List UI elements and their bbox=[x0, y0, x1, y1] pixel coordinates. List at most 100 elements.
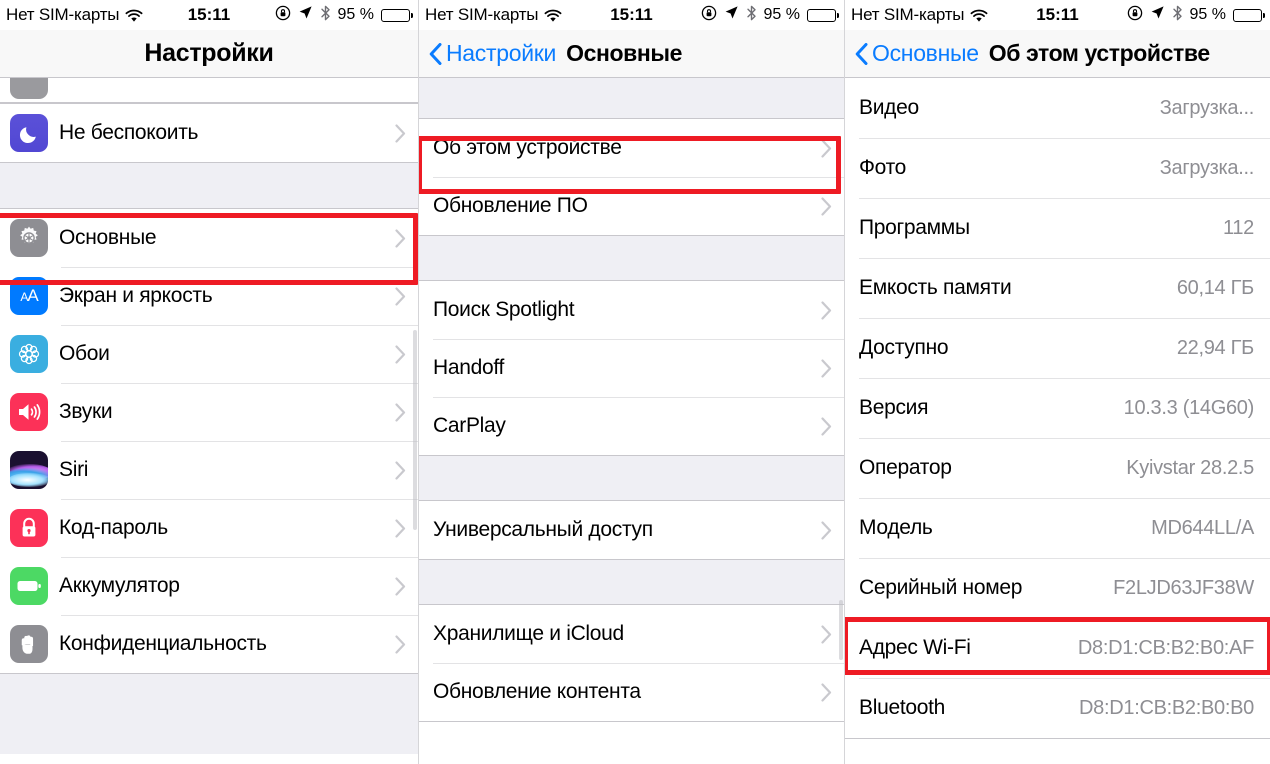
row-label: Оператор bbox=[859, 456, 952, 479]
scroll-indicator[interactable] bbox=[839, 600, 843, 660]
row-label: Фото bbox=[859, 156, 907, 179]
row-value: Kyivstar 28.2.5 bbox=[1126, 456, 1254, 479]
sidebar-item-privacy[interactable]: Конфиденциальность bbox=[0, 615, 418, 673]
back-button-label: Настройки bbox=[446, 40, 557, 66]
status-right-group: 95 % bbox=[701, 5, 839, 26]
table-row-bluetooth-address[interactable]: Bluetooth D8:D1:CB:B2:B0:B0 bbox=[845, 678, 1270, 738]
row-value: D8:D1:CB:B2:B0:AF bbox=[1077, 636, 1254, 659]
back-button-general[interactable]: Основные bbox=[855, 40, 979, 67]
partial-top-row[interactable] bbox=[0, 78, 418, 103]
text-size-icon: AA bbox=[10, 277, 48, 315]
row-label: Серийный номер bbox=[859, 576, 1023, 599]
list-item-accessibility[interactable]: Универсальный доступ bbox=[419, 501, 844, 559]
wifi-icon bbox=[970, 8, 988, 22]
row-label: Экран и яркость bbox=[59, 284, 213, 307]
general-group-4: Хранилище и iCloud Обновление контента bbox=[419, 604, 844, 722]
chevron-right-icon bbox=[821, 300, 832, 320]
top-gap bbox=[419, 78, 844, 118]
sidebar-item-wallpaper[interactable]: Обои bbox=[0, 325, 418, 383]
group-gap bbox=[419, 456, 844, 500]
moon-icon bbox=[10, 114, 48, 152]
back-button-label: Основные bbox=[872, 40, 979, 66]
group-gap bbox=[0, 163, 418, 208]
general-group-1: Об этом устройстве Обновление ПО bbox=[419, 118, 844, 236]
table-row[interactable]: Емкость памяти 60,14 ГБ bbox=[845, 258, 1270, 318]
row-label: Хранилище и iCloud bbox=[433, 622, 624, 645]
table-row[interactable]: Модель MD644LL/A bbox=[845, 498, 1270, 558]
battery-percent-label: 95 % bbox=[763, 6, 800, 23]
speaker-icon bbox=[10, 393, 48, 431]
list-item-handoff[interactable]: Handoff bbox=[419, 339, 844, 397]
sidebar-item-general[interactable]: Основные bbox=[0, 209, 418, 267]
table-row[interactable]: Серийный номер F2LJD63JF38W bbox=[845, 558, 1270, 618]
row-label: Адрес Wi-Fi bbox=[859, 636, 971, 659]
table-row-wifi-address[interactable]: Адрес Wi-Fi D8:D1:CB:B2:B0:AF bbox=[845, 618, 1270, 678]
back-button-settings[interactable]: Настройки bbox=[429, 40, 556, 67]
row-value: Загрузка... bbox=[1159, 96, 1255, 119]
status-bar-panel2: Нет SIM-карты 15:11 95 % bbox=[419, 0, 844, 30]
status-right-group: 95 % bbox=[275, 5, 413, 26]
sidebar-item-battery[interactable]: Аккумулятор bbox=[0, 557, 418, 615]
scroll-indicator[interactable] bbox=[413, 330, 417, 530]
phone-screen-settings: Нет SIM-карты 15:11 95 % Настройки Не бе… bbox=[0, 0, 418, 764]
row-label: Поиск Spotlight bbox=[433, 298, 575, 321]
chevron-left-icon bbox=[429, 42, 442, 65]
nav-bar-panel2: Настройки Основные bbox=[419, 30, 844, 78]
row-label: Handoff bbox=[433, 356, 505, 379]
chevron-right-icon bbox=[821, 624, 832, 644]
phone-screen-about: Нет SIM-карты 15:11 95 % Основные Об это… bbox=[844, 0, 1270, 764]
chevron-right-icon bbox=[821, 416, 832, 436]
table-row[interactable]: Программы 112 bbox=[845, 198, 1270, 258]
list-item-carplay[interactable]: CarPlay bbox=[419, 397, 844, 455]
row-label: Не беспокоить bbox=[59, 121, 199, 144]
battery-icon bbox=[807, 8, 839, 22]
table-row[interactable]: Видео Загрузка... bbox=[845, 78, 1270, 138]
chevron-right-icon bbox=[395, 576, 406, 596]
row-value: 112 bbox=[1223, 216, 1254, 239]
row-label: Видео bbox=[859, 96, 919, 119]
rotation-lock-icon bbox=[1127, 5, 1143, 26]
sidebar-item-do-not-disturb[interactable]: Не беспокоить bbox=[0, 104, 418, 162]
battery-icon bbox=[381, 8, 413, 22]
row-label: Обновление контента bbox=[433, 680, 641, 703]
chevron-right-icon bbox=[395, 344, 406, 364]
chevron-right-icon bbox=[821, 682, 832, 702]
chevron-right-icon bbox=[821, 138, 832, 158]
row-value: F2LJD63JF38W bbox=[1113, 576, 1254, 599]
battery-percent-label: 95 % bbox=[337, 6, 374, 23]
table-row[interactable]: Оператор Kyivstar 28.2.5 bbox=[845, 438, 1270, 498]
chevron-right-icon bbox=[821, 358, 832, 378]
sidebar-item-display-brightness[interactable]: AA Экран и яркость bbox=[0, 267, 418, 325]
table-row[interactable]: Доступно 22,94 ГБ bbox=[845, 318, 1270, 378]
sidebar-item-siri[interactable]: Siri bbox=[0, 441, 418, 499]
nav-bar-panel3: Основные Об этом устройстве bbox=[845, 30, 1270, 78]
list-item-background-refresh[interactable]: Обновление контента bbox=[419, 663, 844, 721]
row-label: Программы bbox=[859, 216, 970, 239]
battery-percent-label: 95 % bbox=[1189, 6, 1226, 23]
carrier-label: Нет SIM-карты bbox=[6, 5, 120, 24]
battery-icon bbox=[1233, 8, 1265, 22]
settings-group-1: Не беспокоить bbox=[0, 103, 418, 163]
list-item-spotlight-search[interactable]: Поиск Spotlight bbox=[419, 281, 844, 339]
table-row[interactable]: Версия 10.3.3 (14G60) bbox=[845, 378, 1270, 438]
row-label: Емкость памяти bbox=[859, 276, 1012, 299]
sidebar-item-sounds[interactable]: Звуки bbox=[0, 383, 418, 441]
table-row[interactable]: Фото Загрузка... bbox=[845, 138, 1270, 198]
chevron-right-icon bbox=[821, 520, 832, 540]
settings-list-panel1: Не беспокоить Основные AA Экран и яркост… bbox=[0, 78, 418, 754]
sidebar-item-passcode[interactable]: Код-пароль bbox=[0, 499, 418, 557]
carrier-label: Нет SIM-карты bbox=[851, 5, 965, 24]
about-list-panel3: Видео Загрузка... Фото Загрузка... Прогр… bbox=[845, 78, 1270, 739]
status-right-group: 95 % bbox=[1127, 5, 1265, 26]
list-item-storage-icloud[interactable]: Хранилище и iCloud bbox=[419, 605, 844, 663]
phone-screen-general: Нет SIM-карты 15:11 95 % Настройки Основ… bbox=[418, 0, 844, 764]
rotation-lock-icon bbox=[275, 5, 291, 26]
status-left-group: Нет SIM-карты bbox=[6, 5, 143, 25]
list-item-software-update[interactable]: Обновление ПО bbox=[419, 177, 844, 235]
row-label: Звуки bbox=[59, 400, 113, 423]
list-item-about[interactable]: Об этом устройстве bbox=[419, 119, 844, 177]
row-label: Универсальный доступ bbox=[433, 518, 653, 541]
page-title: Основные bbox=[566, 40, 682, 66]
group-gap bbox=[419, 236, 844, 280]
status-bar-panel1: Нет SIM-карты 15:11 95 % bbox=[0, 0, 418, 30]
